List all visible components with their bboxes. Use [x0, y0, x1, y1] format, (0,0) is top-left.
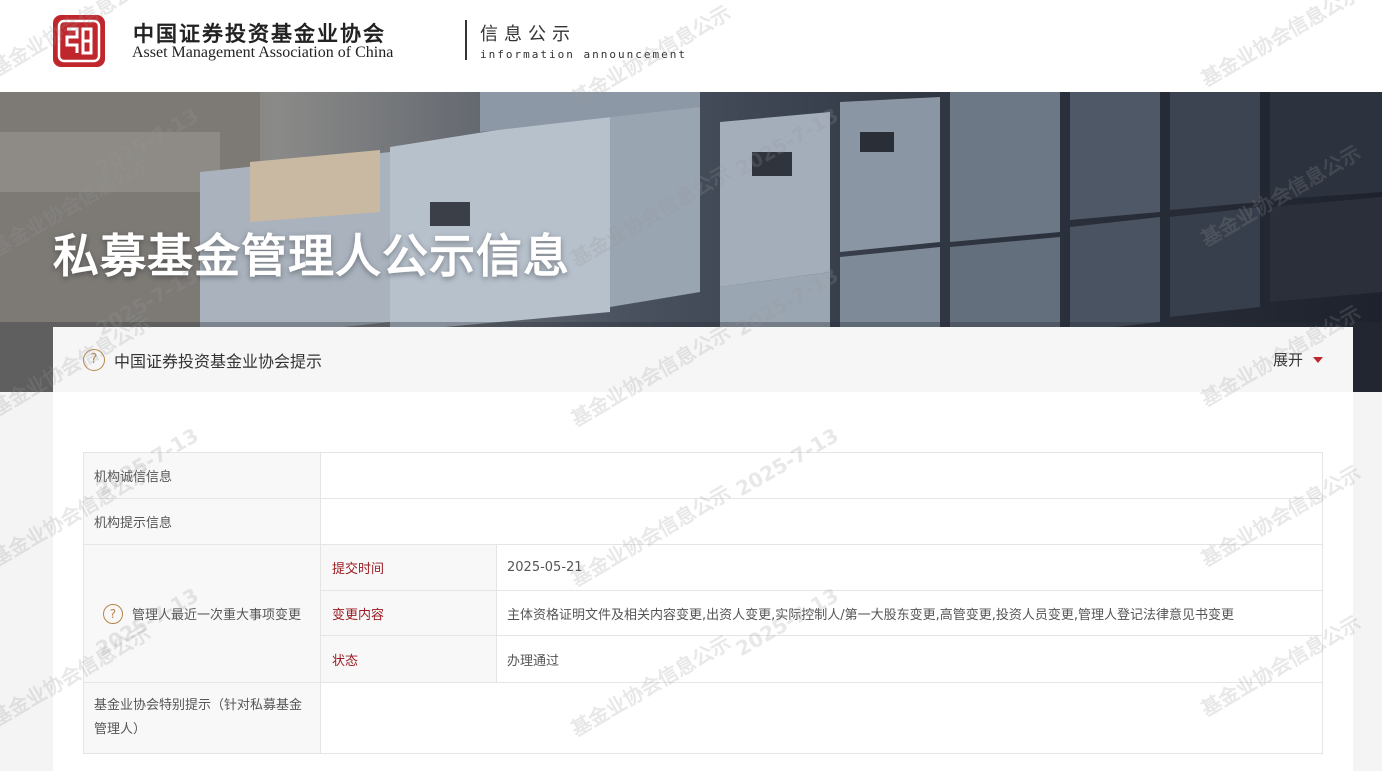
- major-change-detail: 提交时间 2025-05-21 变更内容 主体资格证明文件及相关内容变更,出资人…: [321, 545, 1322, 682]
- sub-row-change-content: 变更内容 主体资格证明文件及相关内容变更,出资人变更,实际控制人/第一大股东变更…: [321, 590, 1322, 637]
- section-title-en: information announcement: [480, 48, 687, 61]
- status-value: 办理通过: [507, 653, 560, 669]
- special-notice-value: [321, 683, 1322, 753]
- header-divider: [465, 20, 467, 60]
- notice-heading: ? 中国证券投资基金业协会提示: [83, 348, 322, 372]
- sub-row-status: 状态 办理通过: [321, 636, 1322, 682]
- table-row-special-notice: 基金业协会特别提示（针对私募基金管理人）: [84, 683, 1322, 754]
- special-notice-label: 基金业协会特别提示（针对私募基金管理人）: [84, 683, 321, 753]
- table-row-major-change: ? 管理人最近一次重大事项变更 提交时间 2025-05-21 变更内容 主体资…: [84, 545, 1322, 683]
- sub-row-submit-time: 提交时间 2025-05-21: [321, 545, 1322, 591]
- credit-label: 机构诚信信息: [84, 453, 321, 498]
- section-title-cn: 信息公示: [480, 24, 576, 45]
- hint-value: [321, 499, 1322, 544]
- submit-time-label: 提交时间: [321, 545, 497, 590]
- notice-bar: ? 中国证券投资基金业协会提示 展开: [53, 327, 1353, 392]
- page-title: 私募基金管理人公示信息: [53, 229, 570, 283]
- caret-down-icon: [1313, 356, 1323, 363]
- amac-logo[interactable]: [53, 15, 105, 67]
- expand-label: 展开: [1272, 351, 1303, 369]
- submit-time-value: 2025-05-21: [507, 559, 583, 575]
- expand-toggle-button[interactable]: 展开: [1273, 349, 1323, 370]
- status-label: 状态: [321, 636, 497, 682]
- table-row-hint: 机构提示信息: [84, 499, 1322, 545]
- major-change-label-text: 管理人最近一次重大事项变更: [131, 608, 301, 623]
- site-header: 中国证券投资基金业协会 Asset Management Association…: [0, 0, 1382, 92]
- change-content-value: 主体资格证明文件及相关内容变更,出资人变更,实际控制人/第一大股东变更,高管变更…: [507, 607, 1235, 623]
- seal-logo-icon: [57, 19, 101, 63]
- org-name-en: Asset Management Association of China: [132, 44, 394, 61]
- question-circle-icon[interactable]: ?: [102, 603, 123, 624]
- major-change-label: ? 管理人最近一次重大事项变更: [84, 545, 321, 682]
- credit-value: [321, 453, 1322, 498]
- content-panel: 机构诚信信息 机构提示信息 ? 管理人最近一次重大事项变更 提交时间 2025-…: [53, 392, 1353, 771]
- info-table: 机构诚信信息 机构提示信息 ? 管理人最近一次重大事项变更 提交时间 2025-…: [83, 452, 1323, 754]
- question-circle-icon: ?: [83, 348, 105, 371]
- notice-title: 中国证券投资基金业协会提示: [114, 351, 323, 371]
- table-row-credit: 机构诚信信息: [84, 453, 1322, 499]
- hint-label: 机构提示信息: [84, 499, 321, 544]
- change-content-label: 变更内容: [321, 590, 497, 636]
